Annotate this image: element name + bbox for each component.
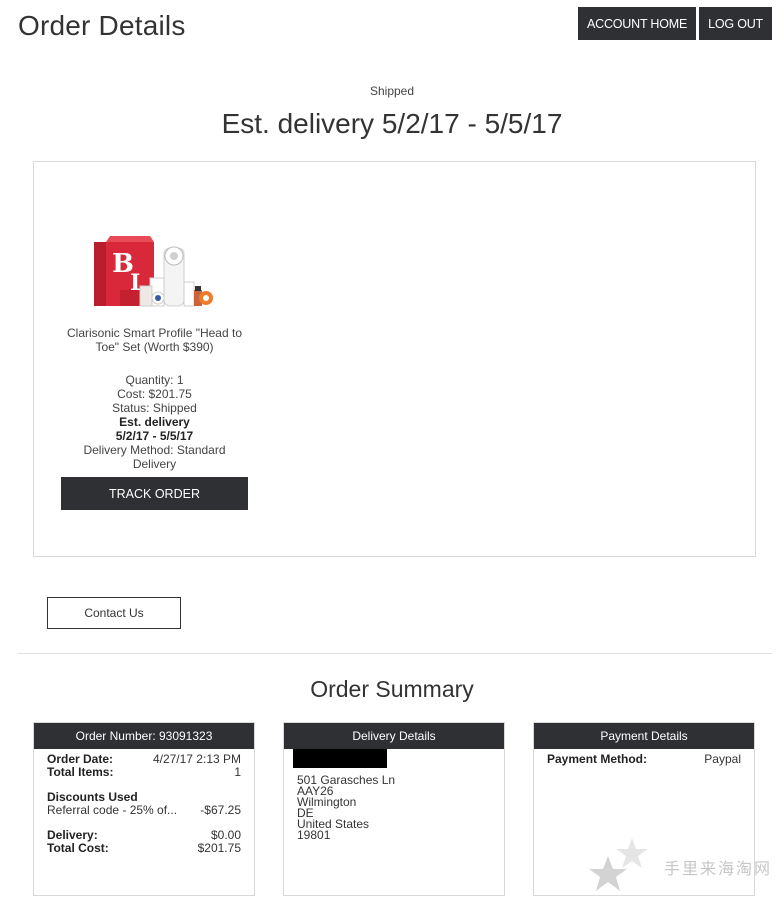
total-items-value: 1 <box>234 765 241 779</box>
order-item: B L Clarisonic Smart Profile "Head to To… <box>61 232 248 471</box>
item-cost: Cost: $201.75 <box>117 387 192 401</box>
log-out-button[interactable]: LOG OUT <box>699 7 772 40</box>
section-divider <box>18 653 772 654</box>
address-line: Wilmington <box>297 795 357 809</box>
order-items-panel: B L Clarisonic Smart Profile "Head to To… <box>33 161 756 557</box>
product-image[interactable]: B L <box>90 232 220 322</box>
star-logo-icon <box>588 838 648 891</box>
payment-method-label: Payment Method: <box>547 752 648 766</box>
shipment-status: Shipped <box>369 84 415 98</box>
watermark: 手里来海淘网 <box>588 836 772 898</box>
payment-method-value: Paypal <box>704 752 741 766</box>
item-status: Status: Shipped <box>112 401 197 415</box>
discount-value: -$67.25 <box>200 803 241 817</box>
total-cost-label: Total Cost: <box>47 841 109 855</box>
address-line: 19801 <box>297 828 331 842</box>
item-delivery-method: Delivery Method: Standard Delivery <box>83 443 226 471</box>
product-details: Quantity: 1 Cost: $201.75 Status: Shippe… <box>61 373 248 471</box>
delivery-details-header: Delivery Details <box>284 723 504 749</box>
header-actions: ACCOUNT HOME LOG OUT <box>577 7 772 40</box>
discount-name: Referral code - 25% of... <box>47 803 178 817</box>
page-title: Order Details <box>18 10 186 41</box>
redacted-name <box>293 749 387 768</box>
order-number-header: Order Number: 93091323 <box>34 723 254 749</box>
item-est-label: Est. delivery <box>119 415 190 429</box>
order-summary-heading: Order Summary <box>310 676 474 702</box>
item-quantity: Quantity: 1 <box>125 373 184 387</box>
order-date-value: 4/27/17 2:13 PM <box>152 752 241 766</box>
watermark-text: 手里来海淘网 <box>663 859 772 878</box>
account-home-button[interactable]: ACCOUNT HOME <box>577 7 697 40</box>
delivery-details-card: Delivery Details 501 Garasches Ln AAY26 … <box>283 722 505 896</box>
track-order-button[interactable]: TRACK ORDER <box>61 477 248 510</box>
total-items-label: Total Items: <box>47 765 114 779</box>
delivery-address: 501 Garasches Ln AAY26 Wilmington DE Uni… <box>297 774 491 842</box>
product-name[interactable]: Clarisonic Smart Profile "Head to Toe" S… <box>61 326 248 354</box>
order-number-card: Order Number: 93091323 Order Date: 4/27/1… <box>33 722 255 896</box>
contact-us-button[interactable]: Contact Us <box>47 597 181 629</box>
item-est-range: 5/2/17 - 5/5/17 <box>115 429 194 443</box>
payment-details-header: Payment Details <box>534 723 754 749</box>
total-cost-value: $201.75 <box>197 841 241 855</box>
delivery-estimate-heading: Est. delivery 5/2/17 - 5/5/17 <box>221 108 563 139</box>
product-gift-set-icon: B L <box>93 236 213 307</box>
